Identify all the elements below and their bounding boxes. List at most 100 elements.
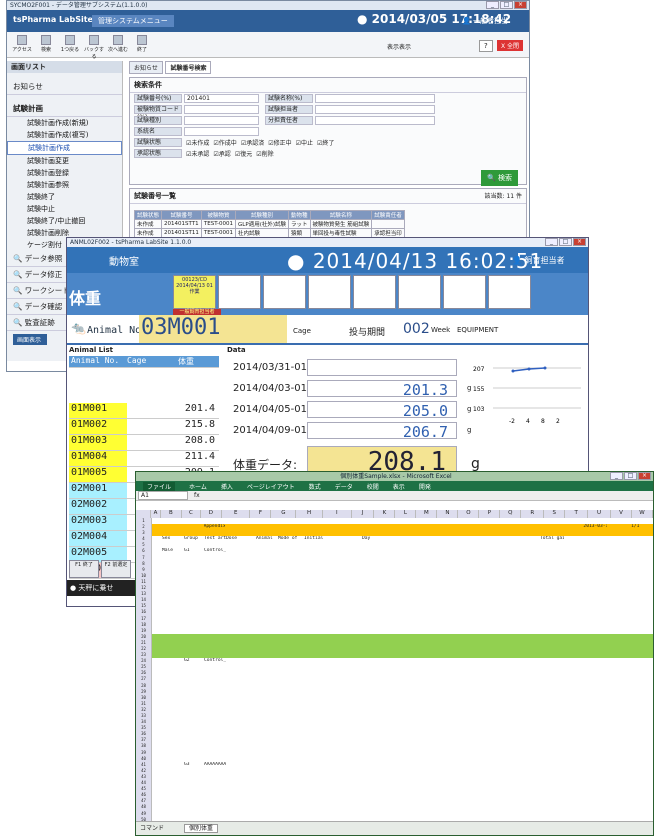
cell[interactable] bbox=[385, 524, 407, 530]
table-row[interactable]: 未作成 201401STT1 TEST-0001 GLP適用(社外)試験 ラット 被験物質… bbox=[133, 219, 405, 229]
field-input[interactable] bbox=[315, 94, 435, 103]
name-box[interactable]: A1 bbox=[138, 491, 188, 500]
checkbox[interactable]: ☑未承認 bbox=[186, 151, 209, 158]
ribbon-tab[interactable]: 表示 bbox=[393, 482, 405, 491]
column-header[interactable]: P bbox=[479, 510, 501, 518]
schedule-slot[interactable] bbox=[398, 275, 441, 309]
sheet-tab[interactable]: 個別体重 bbox=[184, 824, 219, 833]
close-icon[interactable]: × bbox=[573, 238, 586, 246]
cell[interactable] bbox=[428, 524, 450, 530]
column-header[interactable]: N bbox=[437, 510, 459, 518]
checkbox[interactable]: ☑承認 bbox=[213, 151, 230, 158]
cell[interactable]: Initial bbox=[304, 536, 332, 542]
cell[interactable] bbox=[225, 524, 255, 530]
close-icon[interactable]: × bbox=[638, 472, 651, 480]
exit-button[interactable]: 終了 bbox=[131, 35, 153, 53]
list-item[interactable]: 01M001 201.4 bbox=[69, 403, 219, 419]
column-header[interactable]: I bbox=[323, 510, 352, 518]
cell[interactable] bbox=[255, 524, 277, 530]
minimize-icon[interactable]: _ bbox=[545, 238, 558, 246]
checkbox[interactable]: ☑終了 bbox=[317, 140, 334, 147]
column-header[interactable]: R bbox=[521, 510, 545, 518]
field-input[interactable] bbox=[315, 116, 435, 125]
access-button[interactable]: アクセス bbox=[11, 35, 33, 53]
cell[interactable] bbox=[152, 548, 162, 554]
column-header[interactable]: C bbox=[182, 510, 201, 518]
checkbox[interactable]: ☑中止 bbox=[296, 140, 313, 147]
cell[interactable] bbox=[538, 524, 562, 530]
schedule-slot[interactable] bbox=[218, 275, 261, 309]
ribbon-tab[interactable]: データ bbox=[335, 482, 353, 491]
column-header[interactable]: S bbox=[544, 510, 566, 518]
ribbon-tab[interactable]: ホーム bbox=[189, 482, 207, 491]
sidebar-item-notice[interactable]: お知らせ bbox=[7, 79, 122, 95]
cell[interactable] bbox=[152, 762, 162, 768]
sidebar-subitem[interactable]: 試験終了 bbox=[7, 191, 122, 203]
cell[interactable] bbox=[474, 536, 496, 542]
checkbox[interactable]: ☑作成中 bbox=[213, 140, 236, 147]
cell[interactable] bbox=[361, 524, 385, 530]
cell[interactable]: Total gain bbox=[540, 536, 564, 542]
maximize-icon[interactable]: □ bbox=[559, 238, 572, 246]
cell[interactable]: G3 bbox=[184, 762, 204, 768]
column-header[interactable]: L bbox=[395, 510, 417, 518]
schedule-slot[interactable] bbox=[263, 275, 306, 309]
sidebar-subitem[interactable]: 試験計画変更 bbox=[7, 155, 122, 167]
next-button[interactable]: 次へ進む bbox=[107, 35, 129, 53]
cell[interactable] bbox=[152, 524, 162, 530]
cell[interactable]: G2 bbox=[184, 658, 204, 664]
cell[interactable] bbox=[494, 524, 516, 530]
cell[interactable]: Appendix Body weights (g) - Individual v… bbox=[204, 524, 226, 530]
schedule-slot-active[interactable]: 00123/CD 2014/04/13 01 作業 bbox=[173, 275, 216, 309]
sidebar-subitem[interactable]: 試験計画登録 bbox=[7, 167, 122, 179]
sidebar-subitem[interactable]: 試験終了/中止撤回 bbox=[7, 215, 122, 227]
column-header[interactable]: D bbox=[201, 510, 222, 518]
menu-button[interactable]: 管理システムメニュー bbox=[92, 15, 174, 27]
field-input[interactable] bbox=[315, 105, 435, 114]
cell[interactable] bbox=[303, 524, 331, 530]
search-button[interactable]: 🔍 検索 bbox=[481, 170, 518, 186]
cell[interactable] bbox=[518, 536, 540, 542]
checkbox[interactable]: ☑削除 bbox=[256, 151, 273, 158]
f1-exit-button[interactable]: F1 終了 bbox=[69, 560, 99, 578]
cell[interactable] bbox=[152, 536, 162, 542]
cell[interactable]: Group bbox=[184, 536, 204, 542]
cell[interactable]: Control_1 bbox=[204, 548, 226, 554]
checkbox[interactable]: ☑未作成 bbox=[186, 140, 209, 147]
column-header[interactable]: G bbox=[271, 510, 297, 518]
help-button[interactable]: ? bbox=[479, 40, 493, 52]
close-icon[interactable]: × bbox=[514, 1, 527, 9]
ribbon-tab[interactable]: ページレイアウト bbox=[247, 482, 295, 491]
cell[interactable]: Control_2 bbox=[204, 658, 226, 664]
cell[interactable]: 2013-03-11 bbox=[583, 524, 607, 530]
column-header[interactable]: V bbox=[611, 510, 632, 518]
sidebar-subitem[interactable]: 試験中止 bbox=[7, 203, 122, 215]
f2-prev-button[interactable]: F2 前選定 bbox=[101, 560, 131, 578]
cell[interactable] bbox=[450, 524, 472, 530]
cell[interactable] bbox=[162, 658, 184, 664]
cell[interactable] bbox=[516, 524, 538, 530]
field-input[interactable]: 201401 bbox=[184, 94, 259, 103]
column-header[interactable]: H bbox=[296, 510, 323, 518]
cell[interactable] bbox=[430, 536, 452, 542]
column-header[interactable]: F bbox=[250, 510, 272, 518]
cell[interactable] bbox=[332, 536, 362, 542]
sidebar-subitem[interactable]: 試験計画作成(複写) bbox=[7, 129, 122, 141]
schedule-slot[interactable] bbox=[488, 275, 531, 309]
ribbon-tab[interactable]: 校閲 bbox=[367, 482, 379, 491]
cell[interactable]: Test article bbox=[204, 536, 226, 542]
column-header[interactable]: M bbox=[416, 510, 438, 518]
column-header[interactable]: O bbox=[458, 510, 480, 518]
column-header[interactable]: B bbox=[161, 510, 182, 518]
minimize-icon[interactable]: _ bbox=[486, 1, 499, 9]
search-tool-button[interactable]: 検索 bbox=[35, 35, 57, 53]
schedule-slot[interactable] bbox=[443, 275, 486, 309]
cell[interactable]: Dose bbox=[226, 536, 256, 542]
column-header[interactable]: T bbox=[565, 510, 589, 518]
column-header[interactable]: K bbox=[374, 510, 396, 518]
field-input[interactable] bbox=[184, 127, 259, 136]
ribbon-tab[interactable]: 挿入 bbox=[221, 482, 233, 491]
cell[interactable] bbox=[152, 658, 162, 664]
cell[interactable] bbox=[472, 524, 494, 530]
maximize-icon[interactable]: □ bbox=[500, 1, 513, 9]
